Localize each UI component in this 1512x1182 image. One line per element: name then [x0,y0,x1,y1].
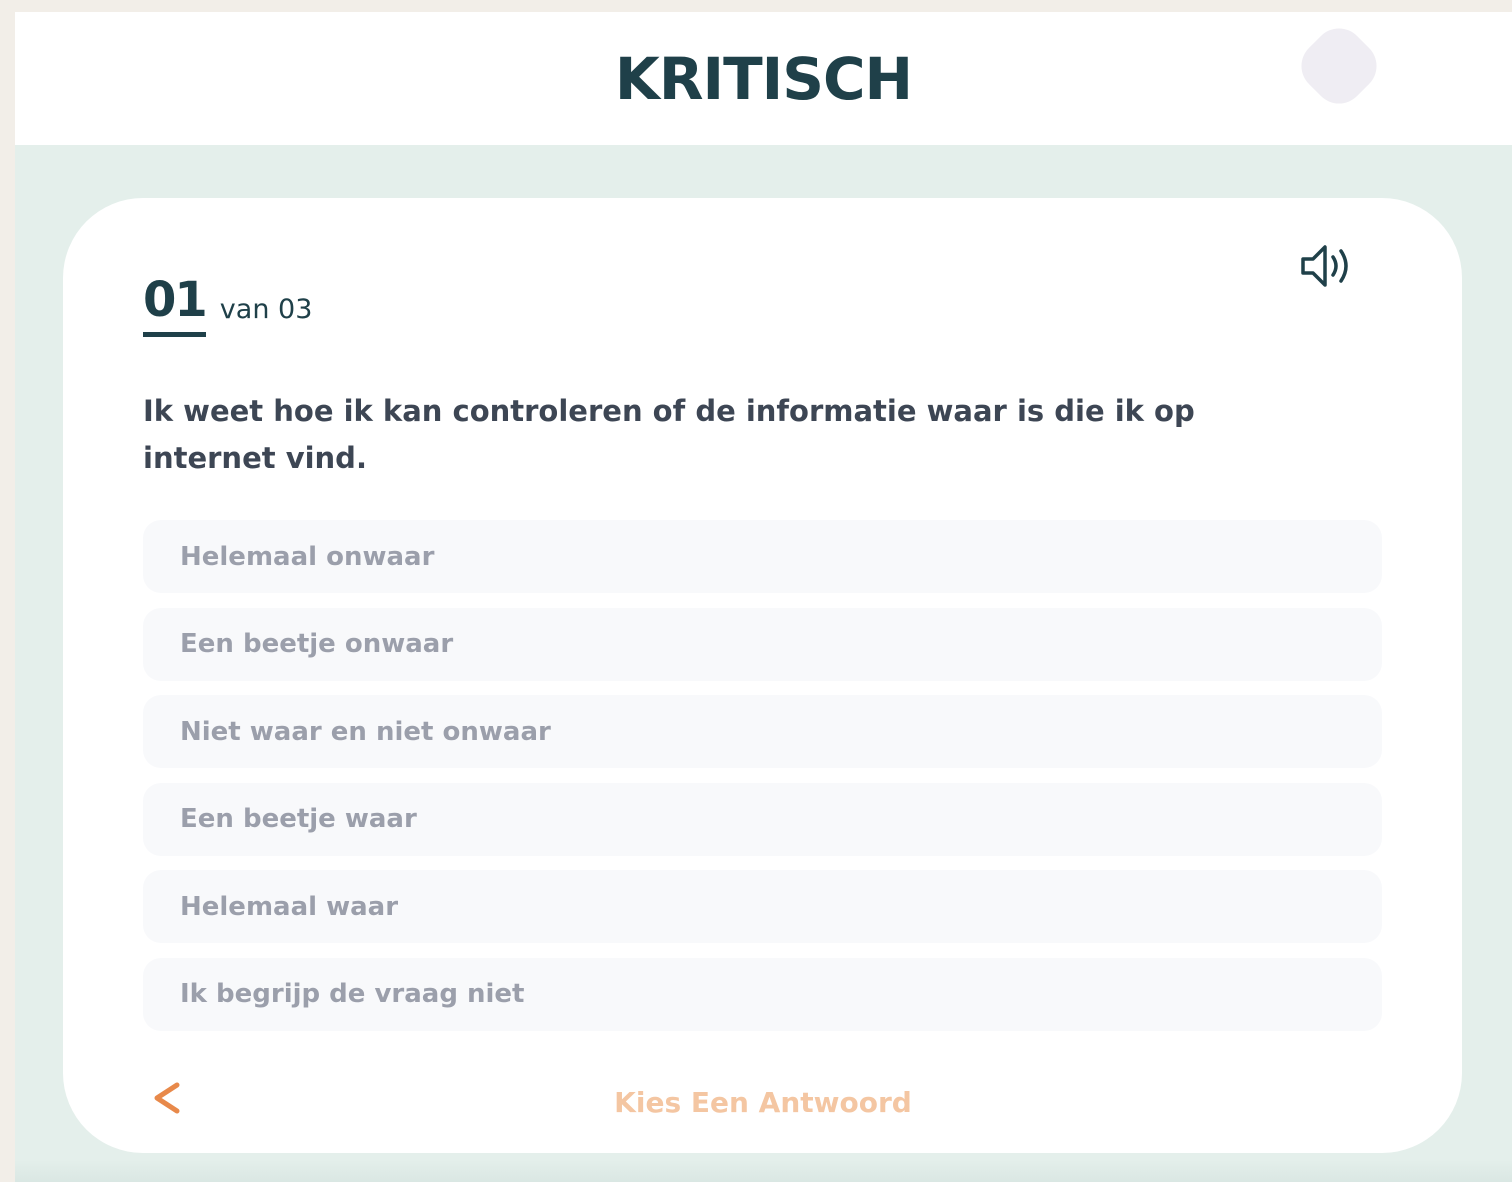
question-text: Ik weet hoe ik kan controleren of de inf… [143,394,1195,475]
question-progress: 01 van 03 [143,276,312,337]
answer-option[interactable]: Een beetje onwaar [143,607,1382,681]
app-logo: KRITISCH [614,45,913,113]
answer-option[interactable]: Helemaal waar [143,870,1382,944]
app-window: KRITISCH 01 van 03 Ik weet hoe ik kan co… [15,12,1512,1182]
answer-option[interactable]: Ik begrijp de vraag niet [143,957,1382,1031]
header: KRITISCH [15,12,1512,145]
speaker-icon [1301,245,1348,287]
answer-option[interactable]: Niet waar en niet onwaar [143,695,1382,769]
back-button[interactable] [147,1076,187,1120]
progress-total: van 03 [219,294,313,325]
answer-option[interactable]: Helemaal onwaar [143,520,1382,593]
progress-current: 01 [143,276,208,337]
question-card: 01 van 03 Ik weet hoe ik kan controleren… [63,198,1462,1153]
bottom-divider [15,1160,1512,1182]
chevron-left-icon [154,1082,180,1114]
read-aloud-button[interactable] [1299,242,1355,290]
answer-option[interactable]: Een beetje waar [143,782,1382,856]
answer-options: Helemaal onwaar Een beetje onwaar Niet w… [143,520,1382,1046]
choose-answer-button[interactable]: Kies Een Antwoord [563,1086,963,1119]
